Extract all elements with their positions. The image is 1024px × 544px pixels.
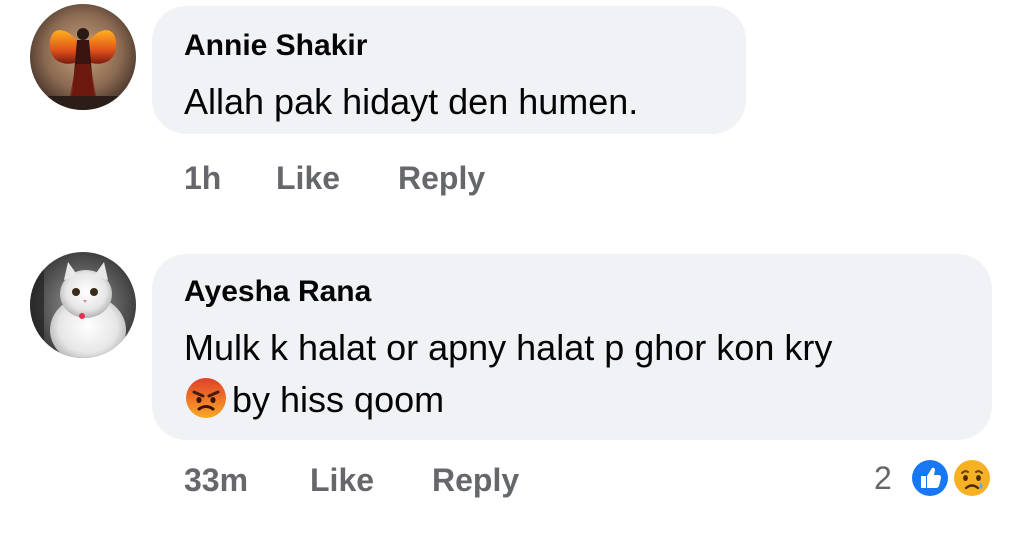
comments-section: Annie Shakir Allah pak hidayt den humen.…	[0, 0, 1024, 544]
avatar-fire-wings-figure-icon	[30, 4, 136, 110]
avatar[interactable]	[30, 4, 136, 110]
comment-bubble: Ayesha Rana Mulk k halat or apny halat p…	[152, 254, 992, 440]
like-button[interactable]: Like	[310, 460, 374, 500]
angry-face-emoji-icon	[184, 376, 228, 420]
comment-item: Ayesha Rana Mulk k halat or apny halat p…	[0, 240, 1024, 540]
comment-timestamp[interactable]: 33m	[184, 460, 248, 500]
comment-item: Annie Shakir Allah pak hidayt den humen.…	[0, 0, 1024, 220]
comment-text: Allah pak hidayt den humen.	[184, 81, 639, 122]
comment-actions: 1h Like Reply	[184, 158, 584, 198]
comment-author[interactable]: Ayesha Rana	[184, 274, 371, 310]
comment-text-continuation: by hiss qoom	[232, 379, 445, 420]
like-reaction-icon	[908, 456, 952, 500]
reply-button[interactable]: Reply	[432, 460, 519, 500]
comment-bubble: Annie Shakir Allah pak hidayt den humen.	[152, 6, 746, 134]
avatar[interactable]	[30, 252, 136, 358]
comment-text-line: Mulk k halat or apny halat p ghor kon kr…	[184, 327, 833, 368]
avatar-white-kitten-icon	[30, 252, 136, 358]
sad-reaction-icon	[950, 456, 994, 500]
reply-button[interactable]: Reply	[398, 158, 485, 198]
reaction-count: 2	[874, 460, 892, 496]
comment-author[interactable]: Annie Shakir	[184, 28, 367, 64]
comment-text-line: by hiss qoom	[184, 374, 444, 426]
reaction-summary[interactable]: 2	[874, 456, 994, 500]
comment-timestamp[interactable]: 1h	[184, 158, 221, 198]
like-button[interactable]: Like	[276, 158, 340, 198]
comment-actions: 33m Like Reply	[184, 460, 624, 500]
